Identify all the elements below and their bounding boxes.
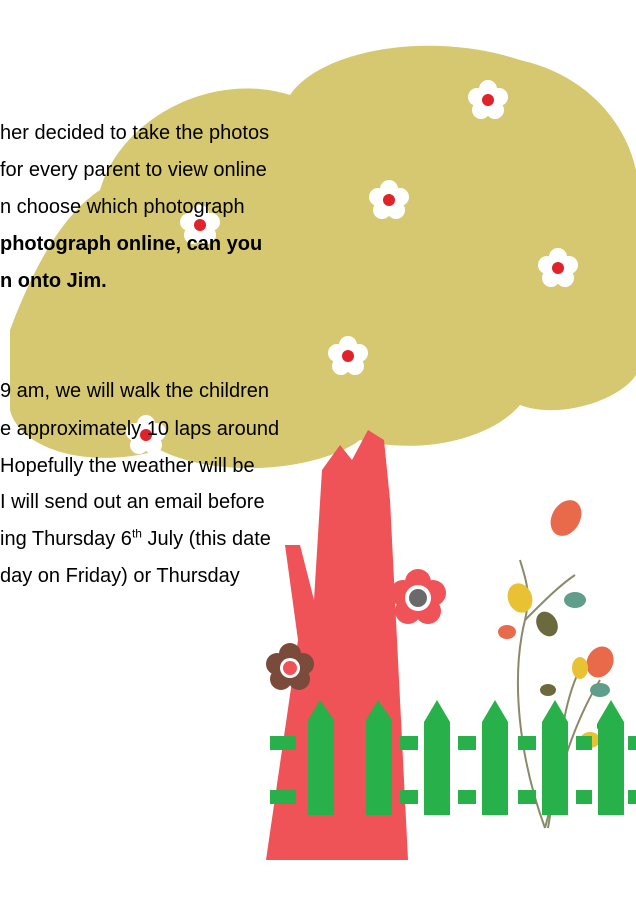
text-line: for every parent to view online [0,159,267,181]
text-line-bold: photograph online, can you [0,233,263,255]
text-line: I will send out an email before [0,491,265,513]
text-line: day on Friday) or Thursday [0,565,240,587]
text-line: e approximately 10 laps around [0,418,280,440]
text-line: Hopefully the weather will be [0,455,255,477]
text-line: her decided to take the photos [0,122,270,144]
text-fragment: July (this date [141,528,271,550]
tree-canopy [10,45,636,469]
text-line-date: ing Thursday 6th July (this date [0,526,271,551]
text-fragment: ing Thursday 6 [0,528,132,550]
text-line: 9 am, we will walk the children [0,380,269,402]
text-line-bold: n onto Jim. [0,270,107,292]
date-ordinal-suffix: th [131,526,142,541]
trunk-flower [390,569,446,624]
text-line: n choose which photograph [0,196,245,218]
